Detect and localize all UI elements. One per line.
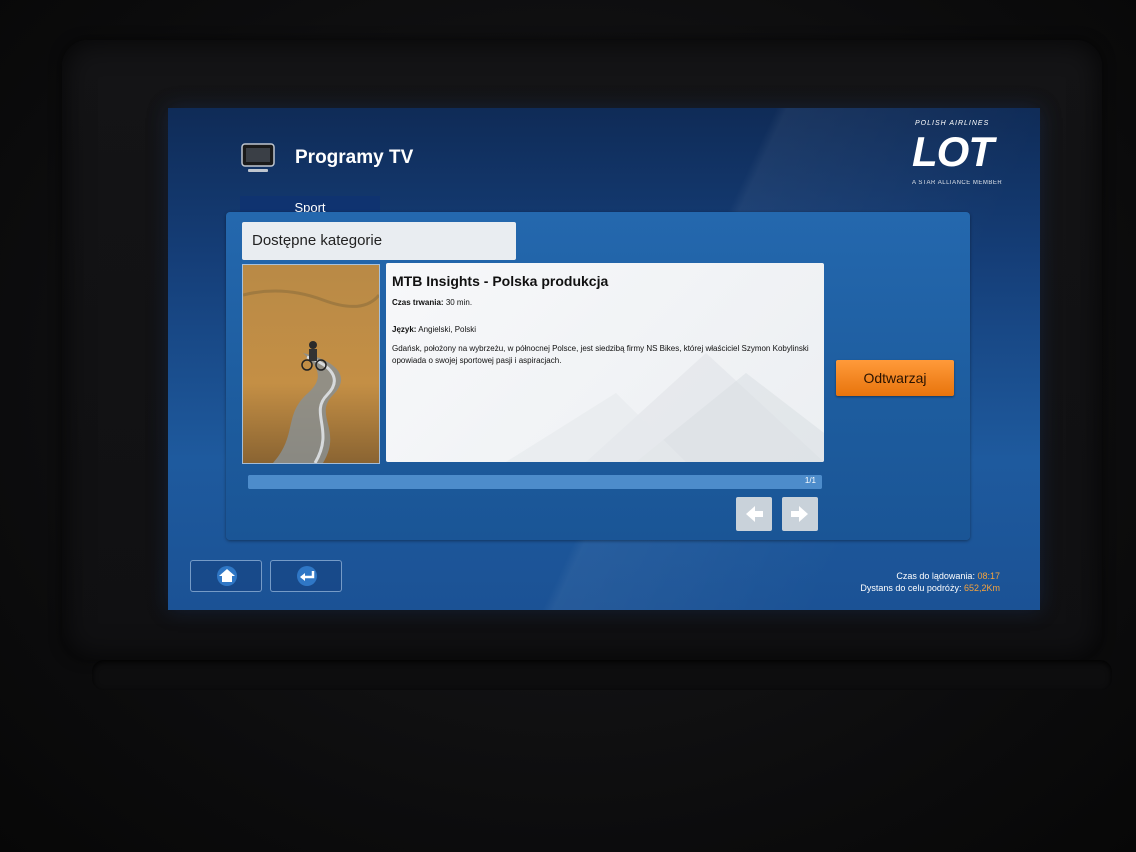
bottom-bar: Czas do lądowania: 08:17 Dystans do celu… <box>168 548 1040 610</box>
landing-row: Czas do lądowania: 08:17 <box>860 570 1000 582</box>
home-button[interactable] <box>190 560 262 592</box>
language-row: Język: Angielski, Polski <box>392 325 476 334</box>
distance-row: Dystans do celu podróży: 652,2Km <box>860 582 1000 594</box>
page-progress-bar: 1/1 <box>248 475 822 489</box>
prev-page-button[interactable] <box>736 497 772 531</box>
page-indicator: 1/1 <box>804 476 816 485</box>
arrow-left-icon <box>746 506 763 522</box>
back-button[interactable] <box>270 560 342 592</box>
distance-label: Dystans do celu podróży: <box>860 583 962 593</box>
distance-value: 652,2Km <box>963 583 1000 593</box>
content-panel: Dostępne kategorie MTB Insights - Polska… <box>226 212 970 540</box>
play-button[interactable]: Odtwarzaj <box>836 360 954 396</box>
bezel-bottom-bar <box>92 660 1112 690</box>
language-label: Język: <box>392 325 417 334</box>
home-icon <box>217 566 237 586</box>
next-page-button[interactable] <box>782 497 818 531</box>
duration-label: Czas trwania: <box>392 298 444 307</box>
ife-screen: Programy TV POLISH AIRLINES LOT A STAR A… <box>168 108 1040 610</box>
duration-row: Czas trwania: 30 min. <box>392 298 472 307</box>
progress-fill <box>248 475 822 489</box>
duration-value: 30 min. <box>445 298 473 307</box>
lot-logo: POLISH AIRLINES LOT A STAR ALLIANCE MEMB… <box>912 120 1003 186</box>
back-icon <box>297 566 317 586</box>
language-value: Angielski, Polski <box>418 325 477 334</box>
tv-icon <box>241 143 275 172</box>
program-description: Gdańsk, położony na wybrzeżu, w północne… <box>392 344 809 365</box>
program-title: MTB Insights - Polska produkcja <box>392 273 609 289</box>
program-thumbnail[interactable] <box>242 264 380 464</box>
flight-status: Czas do lądowania: 08:17 Dystans do celu… <box>860 570 1000 594</box>
page-title: Programy TV <box>295 147 414 168</box>
arrow-right-icon <box>791 506 808 522</box>
category-header[interactable]: Dostępne kategorie <box>242 222 516 260</box>
landing-value: 08:17 <box>977 571 1000 581</box>
landing-label: Czas do lądowania: <box>896 571 975 581</box>
program-details: MTB Insights - Polska produkcja Czas trw… <box>386 263 824 462</box>
